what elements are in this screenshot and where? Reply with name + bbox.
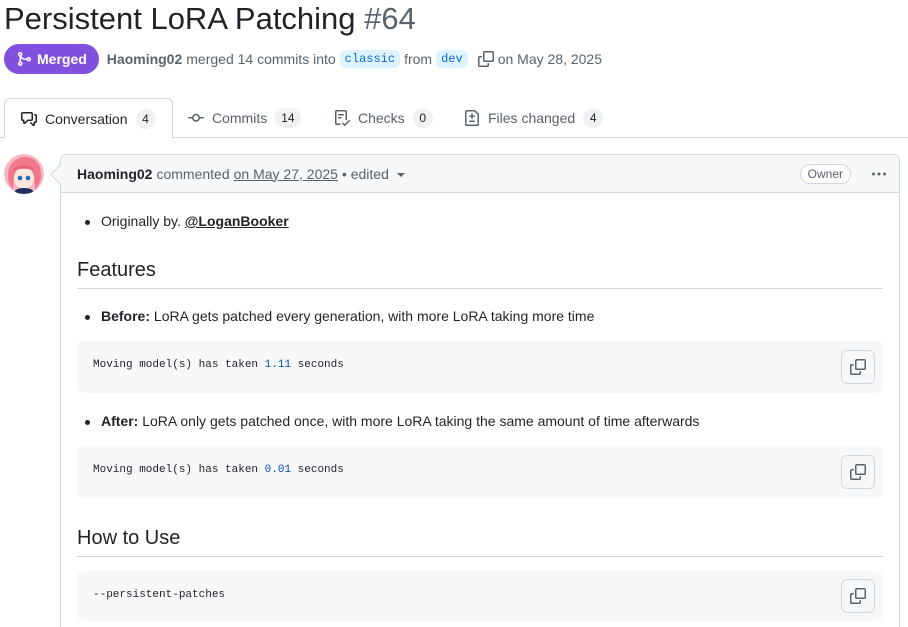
kebab-menu-icon[interactable] xyxy=(869,165,889,183)
features-heading: Features xyxy=(77,259,883,289)
tab-commits-label: Commits xyxy=(212,110,268,126)
after-label: After: xyxy=(101,413,139,429)
owner-badge: Owner xyxy=(799,164,851,184)
edited-label: • edited xyxy=(341,165,389,182)
copy-branch-icon[interactable] xyxy=(477,51,494,67)
tab-checks[interactable]: Checks 0 xyxy=(334,98,433,138)
copy-button[interactable] xyxy=(841,579,875,613)
merge-description: merged 14 commits into xyxy=(186,51,336,67)
after-code-text: Moving model(s) has taken 0.01 seconds xyxy=(93,464,344,476)
usage-heading: How to Use xyxy=(77,527,883,557)
tab-checks-label: Checks xyxy=(358,110,405,126)
before-code-prefix: Moving model(s) has taken xyxy=(93,359,265,371)
git-commit-icon xyxy=(188,110,204,126)
base-branch-link[interactable]: classic xyxy=(339,50,401,68)
before-code-text: Moving model(s) has taken 1.11 seconds xyxy=(93,359,344,371)
credit-list-item: Originally by. @LoganBooker xyxy=(85,213,289,229)
bullet-dot xyxy=(85,315,90,320)
comment-author-link[interactable]: Haoming02 xyxy=(77,166,152,182)
after-code-suffix: seconds xyxy=(291,464,344,476)
pr-tabs: Conversation 4 Commits 14 Checks 0 Files… xyxy=(0,98,908,139)
copy-icon xyxy=(850,359,866,375)
from-text: from xyxy=(404,51,433,67)
before-code-suffix: seconds xyxy=(291,359,344,371)
tab-checks-count: 0 xyxy=(412,108,433,128)
before-label: Before: xyxy=(101,308,151,324)
before-code-value: 1.11 xyxy=(264,359,292,371)
usage-code-text: --persistent-patches xyxy=(93,589,226,601)
pr-title: Persistent LoRA Patching #64 xyxy=(4,0,416,38)
after-code-value: 0.01 xyxy=(264,464,292,476)
bullet-dot xyxy=(85,420,90,425)
comment-date-link[interactable]: on May 27, 2025 xyxy=(234,166,338,182)
merged-status-badge: Merged xyxy=(4,44,99,74)
avatar[interactable] xyxy=(4,154,44,194)
mention-link[interactable]: @LoganBooker xyxy=(185,213,289,229)
before-code-block: Moving model(s) has taken 1.11 seconds xyxy=(77,341,883,393)
bullet-dot xyxy=(85,220,90,225)
tab-conversation-label: Conversation xyxy=(45,110,128,127)
comment-header: Haoming02 commented on May 27, 2025 • ed… xyxy=(61,155,899,193)
after-code-prefix: Moving model(s) has taken xyxy=(93,464,265,476)
tab-files-changed-label: Files changed xyxy=(488,110,576,126)
pr-title-text: Persistent LoRA Patching xyxy=(4,1,356,36)
pr-author-link[interactable]: Haoming02 xyxy=(107,51,182,67)
chevron-down-icon xyxy=(396,172,405,177)
tab-files-changed-count: 4 xyxy=(583,108,604,128)
pr-meta: Merged Haoming02 merged 14 commits into … xyxy=(4,44,602,74)
comment-action: commented xyxy=(156,165,230,182)
tab-commits-count: 14 xyxy=(275,108,301,128)
edited-dropdown[interactable]: • edited xyxy=(342,166,405,182)
copy-button[interactable] xyxy=(841,455,875,489)
checklist-icon xyxy=(334,110,350,126)
git-merge-icon xyxy=(16,51,32,67)
tab-conversation[interactable]: Conversation 4 xyxy=(4,98,173,139)
after-text: LoRA only gets patched once, with more L… xyxy=(142,413,700,429)
credit-prefix: Originally by. xyxy=(101,213,181,229)
head-branch-link[interactable]: dev xyxy=(436,50,468,68)
tab-commits[interactable]: Commits 14 xyxy=(188,98,301,138)
usage-code-block: --persistent-patches xyxy=(77,571,883,621)
before-text: LoRA gets patched every generation, with… xyxy=(153,308,595,324)
tab-files-changed[interactable]: Files changed 4 xyxy=(464,98,604,138)
copy-icon xyxy=(850,464,866,480)
copy-icon xyxy=(850,588,866,604)
comment-discussion-icon xyxy=(21,111,37,127)
after-code-block: Moving model(s) has taken 0.01 seconds xyxy=(77,446,883,498)
file-diff-icon xyxy=(464,110,480,126)
merged-status-label: Merged xyxy=(37,51,87,67)
merge-date: on May 28, 2025 xyxy=(497,51,602,67)
comment-box: Haoming02 commented on May 27, 2025 • ed… xyxy=(60,154,900,627)
pr-number: #64 xyxy=(364,1,416,36)
after-list-item: After: LoRA only gets patched once, with… xyxy=(85,413,700,429)
before-list-item: Before: LoRA gets patched every generati… xyxy=(85,308,595,324)
copy-button[interactable] xyxy=(841,350,875,384)
tab-conversation-count: 4 xyxy=(135,108,156,129)
